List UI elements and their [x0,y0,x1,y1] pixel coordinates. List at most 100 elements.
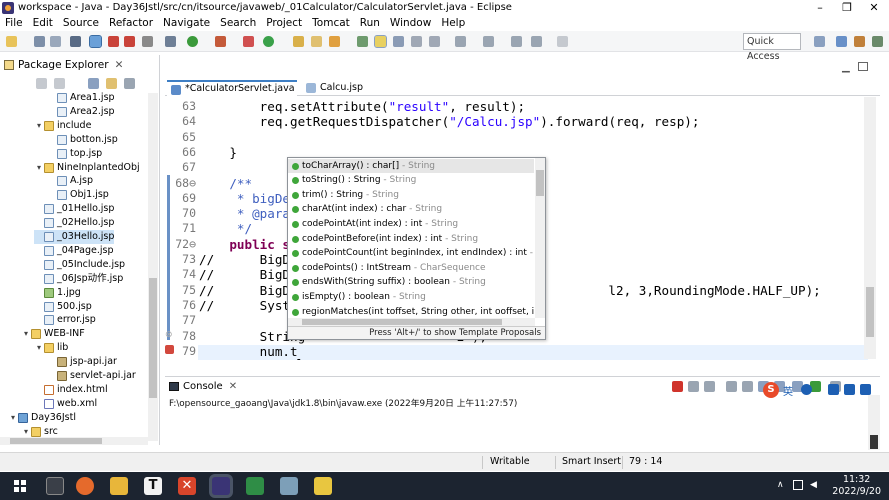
code-line[interactable]: req.setAttribute("result", result); [199,99,525,114]
tree-item[interactable]: _01Hello.jsp [34,202,114,216]
notepad-icon[interactable] [246,477,264,495]
debug-servers-icon[interactable] [108,36,119,47]
maximize-editor-icon[interactable] [858,62,868,71]
scroll-lock-icon[interactable] [742,381,753,392]
forward-icon[interactable] [557,36,568,47]
code-line[interactable]: // Syste [199,298,298,313]
external-tools-icon[interactable] [215,36,226,47]
save-icon[interactable] [34,36,45,47]
tree-item[interactable]: ▾ include [34,119,91,133]
back-icon[interactable] [36,78,47,89]
xmind-icon[interactable]: ✕ [178,477,196,495]
menu-run[interactable]: Run [355,17,385,29]
tree-item[interactable]: jsp-api.jar [47,355,117,369]
proposal-item[interactable]: charAt(int index) : char - String [288,202,534,217]
tray-chevron-icon[interactable]: ∧ [777,480,784,490]
expand-toggle-icon[interactable]: ▾ [34,119,44,133]
open-folder-icon[interactable] [311,36,322,47]
code-line[interactable]: num.t [199,344,298,359]
menu-source[interactable]: Source [58,17,104,29]
expand-toggle-icon[interactable]: ▾ [34,161,44,175]
tree-item[interactable]: botton.jsp [47,133,118,147]
menu-window[interactable]: Window [385,17,436,29]
tree-item[interactable]: ▾ NineInplantedObj [34,161,140,175]
proposal-item[interactable]: toString() : String - String [288,173,534,188]
code-line[interactable]: // BigDe [199,252,298,267]
minimize-editor-icon[interactable]: ▁ [842,62,850,73]
remove-launch-icon[interactable] [688,381,699,392]
java-perspective-icon[interactable] [854,36,865,47]
code-line[interactable]: public st [199,237,297,252]
tree-item[interactable]: 500.jsp [34,300,92,314]
collapse-all-icon[interactable] [88,78,99,89]
clear-console-icon[interactable] [726,381,737,392]
menu-help[interactable]: Help [436,17,470,29]
tab-calculator-servlet[interactable]: *CalculatorServlet.java ✕ [167,80,314,96]
last-edit-icon[interactable] [511,36,522,47]
eclipse-taskbar-icon[interactable] [212,477,230,495]
block-select-icon[interactable] [411,36,422,47]
proposal-item[interactable]: codePointCount(int beginIndex, int endIn… [288,246,534,261]
proposal-item[interactable]: toCharArray() : char[] - String [288,158,534,174]
ime-punct-icon[interactable] [801,384,812,395]
toggle-mark-icon[interactable] [357,36,368,47]
new-icon[interactable] [6,36,17,47]
open-perspective-icon[interactable] [814,36,825,47]
stop-icon[interactable] [124,36,135,47]
tree-item[interactable]: ▾ WEB-INF [21,327,85,341]
proposal-hscrollbar[interactable] [288,318,535,326]
tree-item[interactable]: A.jsp [47,174,93,188]
highlight-icon[interactable] [374,35,387,48]
menu-tomcat[interactable]: Tomcat [307,17,355,29]
explorer-scrollbar[interactable] [148,93,158,441]
expand-toggle-icon[interactable]: ▾ [21,327,31,341]
tree-item[interactable]: Area2.jsp [47,105,115,119]
tab-calcu-jsp[interactable]: Calcu.jsp [302,80,382,96]
editor-scroll-thumb[interactable] [866,287,874,337]
restore-button[interactable]: ❐ [834,0,860,15]
prev-annotation-icon[interactable] [483,36,494,47]
typora-icon[interactable]: T [144,477,162,495]
word-wrap-icon[interactable] [429,36,440,47]
open-type-icon[interactable] [293,36,304,47]
menu-navigate[interactable]: Navigate [158,17,215,29]
proposal-item[interactable]: codePoints() : IntStream - CharSequence [288,261,534,276]
menu-refactor[interactable]: Refactor [104,17,158,29]
firefox-icon[interactable] [76,477,94,495]
terminate-icon[interactable] [672,381,683,392]
proposal-hscroll-thumb[interactable] [302,319,502,325]
view-menu-icon[interactable] [124,78,135,89]
print-icon[interactable] [70,36,81,47]
ime-keyboard-icon[interactable] [844,384,855,395]
code-line[interactable]: /** [199,176,252,191]
tree-item[interactable]: Area1.jsp [47,91,115,105]
menu-edit[interactable]: Edit [28,17,58,29]
close-icon[interactable]: ✕ [229,381,237,392]
system-clock[interactable]: 11:32 2022/9/20 [832,474,881,498]
tree-item[interactable]: _06Jsp动作.jsp [34,272,123,286]
network-icon[interactable] [793,480,803,490]
minimize-button[interactable]: – [807,0,833,15]
java-ee-perspective-icon[interactable] [836,36,847,47]
sticky-notes-icon[interactable] [314,477,332,495]
tree-item[interactable]: _03Hello.jsp [34,230,115,244]
run-icon[interactable] [187,36,198,47]
code-line[interactable]: * @param [199,206,298,221]
tree-item[interactable]: 1.jpg [34,286,81,300]
tree-item[interactable]: Obj1.jsp [47,188,109,202]
code-line[interactable]: // BigDe [199,267,298,282]
ime-mode[interactable]: 英 [783,383,793,398]
proposal-scroll-thumb[interactable] [536,170,544,196]
skip-breakpoints-icon[interactable] [89,35,102,48]
back-icon[interactable] [531,36,542,47]
search-icon[interactable] [329,36,340,47]
close-button[interactable]: ✕ [861,0,887,15]
ime-mic-icon[interactable] [828,384,839,395]
code-line[interactable]: */ [199,221,252,236]
tree-item[interactable]: _05Include.jsp [34,258,125,272]
code-line[interactable]: * bigDec [199,191,298,206]
expand-toggle-icon[interactable]: ▾ [34,341,44,355]
start-icon[interactable] [14,480,26,492]
quick-access-input[interactable]: Quick Access [743,33,801,62]
proposal-item[interactable]: endsWith(String suffix) : boolean - Stri… [288,275,534,290]
